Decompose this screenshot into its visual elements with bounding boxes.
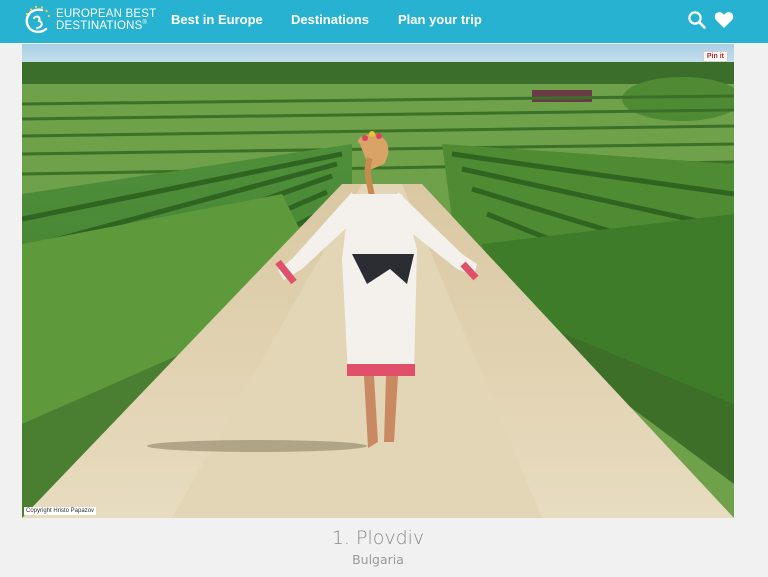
registered-mark: ® bbox=[142, 20, 148, 27]
search-icon bbox=[688, 11, 706, 29]
destination-country: Bulgaria bbox=[352, 552, 404, 567]
logo-text-line1: European Best bbox=[56, 8, 157, 20]
search-button[interactable] bbox=[687, 10, 707, 30]
nav-plan-your-trip[interactable]: Plan your trip bbox=[398, 0, 482, 43]
top-navigation-bar: European Best Destinations® Best in Euro… bbox=[0, 0, 768, 43]
destination-photo: Pin it Copyright Hristo Papazov bbox=[22, 44, 734, 518]
site-logo[interactable]: European Best Destinations® bbox=[22, 4, 156, 38]
destination-title[interactable]: 1. Plovdiv bbox=[0, 527, 756, 549]
favorites-button[interactable] bbox=[714, 11, 734, 31]
nav-destinations[interactable]: Destinations bbox=[291, 0, 369, 43]
nav-best-in-europe[interactable]: Best in Europe bbox=[171, 0, 263, 43]
heart-icon bbox=[714, 12, 734, 28]
logo-text-line2: Destinations® bbox=[56, 20, 147, 32]
logo-text-line2-word: Destinations bbox=[56, 20, 143, 32]
photo-copyright: Copyright Hristo Papazov bbox=[24, 507, 97, 515]
logo-emblem-icon bbox=[25, 5, 51, 34]
vineyard-illustration bbox=[22, 44, 734, 518]
pin-it-button[interactable]: Pin it bbox=[702, 51, 728, 62]
